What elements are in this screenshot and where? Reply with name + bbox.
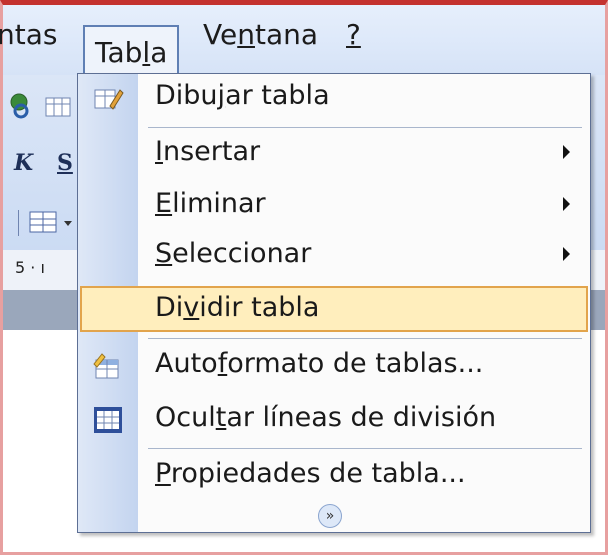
menu-separator — [148, 338, 582, 339]
menu-item-label: Dividir tabla — [155, 292, 320, 323]
menu-herramientas-partial[interactable]: ntas — [0, 13, 57, 57]
menu-item-eliminar[interactable]: Eliminar — [78, 184, 590, 230]
table-grid-small-icon[interactable] — [44, 96, 74, 118]
menu-ayuda[interactable]: ? — [346, 13, 361, 57]
menu-item-label: Ocultar líneas de división — [155, 402, 497, 433]
draw-table-pencil-icon — [92, 84, 124, 114]
menu-item-label: Eliminar — [155, 188, 266, 219]
borders-icon[interactable] — [17, 208, 78, 238]
underline-button[interactable]: S — [57, 150, 73, 176]
expand-menu-chevron-icon[interactable]: » — [318, 504, 342, 528]
menu-item-ocultar-lineas[interactable]: Ocultar líneas de división — [78, 398, 590, 444]
submenu-arrow-icon — [563, 145, 570, 159]
submenu-arrow-icon — [563, 197, 570, 211]
menu-item-label: Autoformato de tablas... — [155, 348, 484, 379]
menu-tabla[interactable]: Tabla — [83, 25, 180, 79]
submenu-arrow-icon — [563, 247, 570, 261]
menu-item-label: Dibujar tabla — [155, 80, 330, 111]
menu-item-insertar[interactable]: Insertar — [78, 132, 590, 178]
menu-item-dividir-tabla[interactable]: Dividir tabla — [80, 286, 588, 332]
menu-item-dibujar-tabla[interactable]: Dibujar tabla — [78, 76, 590, 122]
menu-bar: ntas Tabla Ventana ? — [0, 5, 605, 79]
menu-ventana[interactable]: Ventana — [203, 13, 318, 57]
menu-separator — [148, 448, 582, 449]
hyperlink-icon[interactable] — [8, 92, 40, 120]
italic-button[interactable]: K — [14, 150, 33, 176]
menu-item-label: Insertar — [155, 136, 261, 167]
menu-item-label: Seleccionar — [155, 238, 312, 269]
menu-item-propiedades[interactable]: Propiedades de tabla... — [78, 454, 590, 500]
gridlines-icon — [92, 405, 124, 435]
menu-separator — [148, 127, 582, 128]
ruler-marks: 5 · ı — [15, 258, 45, 277]
menu-item-seleccionar[interactable]: Seleccionar — [78, 234, 590, 280]
menu-item-autoformato[interactable]: Autoformato de tablas... — [78, 344, 590, 390]
autoformat-icon — [92, 352, 124, 382]
tabla-dropdown-menu: Dibujar tabla Insertar Eliminar Seleccio… — [77, 73, 591, 533]
menu-item-label: Propiedades de tabla... — [155, 458, 466, 489]
